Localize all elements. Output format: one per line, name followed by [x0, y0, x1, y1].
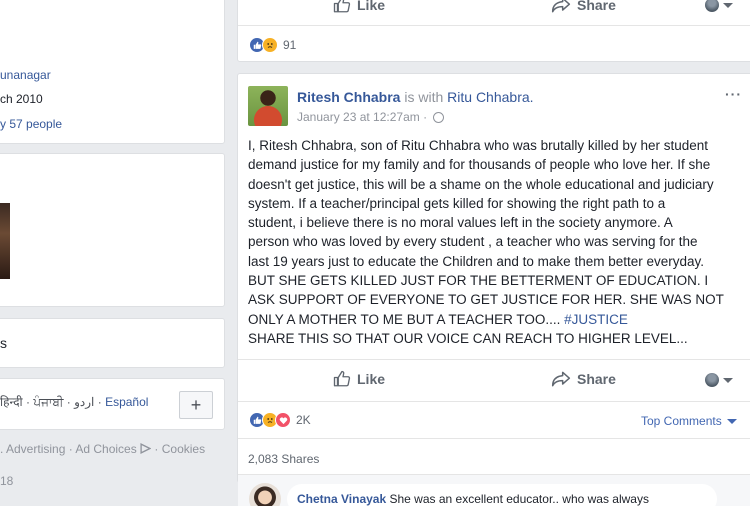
intro-liked-by-link[interactable]: y 57 people: [0, 117, 62, 131]
chevron-down-icon: [726, 418, 737, 424]
comment-sort-label: Top Comments: [641, 414, 722, 428]
comment-sort-dropdown[interactable]: Top Comments: [641, 414, 737, 428]
author-avatar[interactable]: [248, 86, 288, 126]
share-label: Share: [577, 371, 616, 387]
avatar-mini: [705, 373, 719, 387]
post-body-line: I, Ritesh Chhabra, son of Ritu Chhabra w…: [248, 138, 708, 153]
audience-selector[interactable]: [705, 373, 733, 387]
share-count-link[interactable]: 2,083 Shares: [248, 452, 319, 466]
language-link-espanol[interactable]: Español: [105, 395, 148, 409]
meta-separator: ·: [423, 110, 428, 124]
post-with-text: is with: [404, 89, 444, 105]
post-timestamp[interactable]: January 23 at 12:27am: [297, 110, 420, 124]
divider: [238, 401, 750, 402]
comment-text: She was an excellent educator.. who was …: [389, 492, 649, 506]
chevron-down-icon: [723, 2, 733, 8]
intro-place-link[interactable]: unanagar: [0, 68, 51, 82]
footer-year: 18: [0, 474, 14, 488]
prev-share-label: Share: [577, 0, 616, 13]
post-options-icon[interactable]: ···: [725, 86, 742, 102]
post-reactions[interactable]: 2K: [249, 412, 311, 428]
language-list[interactable]: हिन्दी · ਪੰਜਾਬੀ · اردو · Español: [0, 393, 148, 410]
post-body-line: demand justice for my family and for tho…: [248, 157, 711, 173]
post-meta: January 23 at 12:27am ·: [297, 110, 445, 124]
chevron-down-icon: [723, 377, 733, 383]
post-body-line: student, i believe there is no moral val…: [248, 215, 673, 231]
globe-icon[interactable]: [433, 112, 445, 124]
prev-reactions[interactable]: 91: [249, 37, 296, 53]
post-body-line: system. If a teacher/principal gets kill…: [248, 195, 666, 211]
like-button[interactable]: Like: [333, 370, 385, 388]
tagged-user-link[interactable]: Ritu Chhabra.: [447, 89, 533, 105]
sad-reaction-icon: [262, 37, 278, 53]
prev-share-button[interactable]: Share: [551, 0, 616, 14]
post-body-line: person who was loved by every student , …: [248, 234, 698, 250]
share-arrow-icon: [551, 0, 571, 13]
photo-thumbnail[interactable]: [0, 203, 10, 279]
plus-icon: +: [190, 394, 202, 415]
post-body-line: last 19 years just to educate the Childr…: [248, 253, 705, 269]
commenter-name-link[interactable]: Chetna Vinayak: [297, 492, 386, 506]
share-button[interactable]: Share: [551, 370, 616, 388]
share-arrow-icon: [551, 371, 571, 387]
prev-like-button[interactable]: Like: [333, 0, 385, 14]
post-header: Ritesh Chhabra is with Ritu Chhabra.: [297, 89, 534, 105]
section-title-fragment: s: [0, 335, 7, 351]
post-body-line: doesn't get justice, this will be a sham…: [248, 176, 714, 192]
divider: [238, 359, 750, 360]
section-card: [0, 318, 225, 368]
footer-cookies-link[interactable]: · Cookies: [151, 442, 205, 456]
previous-post-card: [237, 0, 750, 62]
intro-since-text: ch 2010: [0, 92, 43, 106]
love-reaction-icon: [275, 412, 291, 428]
language-names[interactable]: हिन्दी · ਪੰਜਾਬੀ · اردو ·: [0, 395, 105, 409]
prev-audience-selector[interactable]: [705, 0, 733, 12]
post-body-line: SHARE THIS SO THAT OUR VOICE CAN REACH T…: [248, 330, 688, 346]
ad-choices-icon[interactable]: [140, 443, 152, 454]
prev-like-label: Like: [357, 0, 386, 13]
photos-card: [0, 153, 225, 307]
comment-bubble: Chetna Vinayak She was an excellent educ…: [287, 484, 717, 506]
add-language-button[interactable]: +: [179, 391, 213, 419]
prev-reaction-count[interactable]: 91: [283, 38, 296, 52]
divider: [238, 25, 750, 26]
thumbs-up-icon: [333, 0, 351, 13]
hashtag-link[interactable]: #JUSTICE: [564, 312, 628, 327]
divider: [238, 438, 750, 439]
post-body-text: ONLY A MOTHER TO ME BUT A TEACHER TOO...…: [248, 311, 565, 327]
footer-links[interactable]: . Advertising · Ad Choices · Cookies: [0, 442, 205, 456]
avatar-mini: [705, 0, 719, 12]
footer-ads-links[interactable]: . Advertising · Ad Choices: [0, 442, 137, 456]
like-label: Like: [357, 371, 386, 387]
post-reaction-count[interactable]: 2K: [296, 413, 311, 427]
thumbs-up-icon: [333, 370, 351, 387]
post-body-line: BUT SHE GETS KILLED JUST FOR THE BETTERM…: [248, 273, 709, 289]
post-body: I, Ritesh Chhabra, son of Ritu Chhabra w…: [248, 136, 743, 348]
post-body-line: ONLY A MOTHER TO ME BUT A TEACHER TOO...…: [248, 310, 743, 329]
post-body-line: ASK SUPPORT OF EVERYONE TO GET JUSTICE F…: [248, 292, 724, 308]
post-author-link[interactable]: Ritesh Chhabra: [297, 89, 400, 105]
